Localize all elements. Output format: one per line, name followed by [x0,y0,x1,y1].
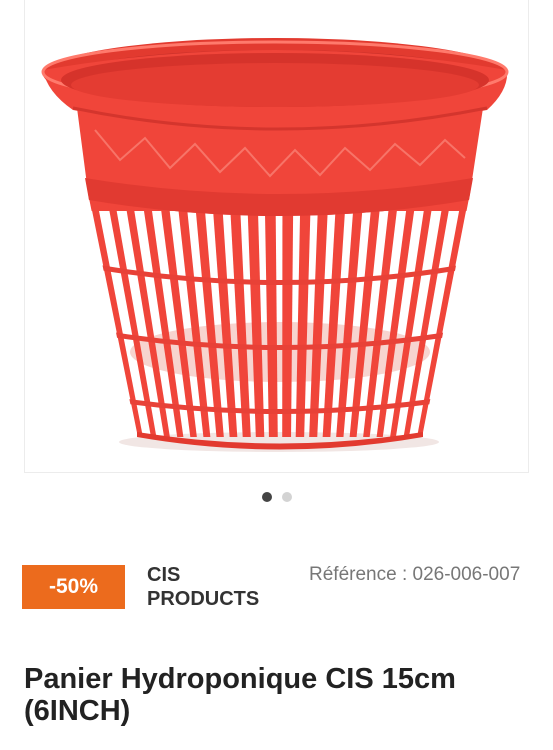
brand-name[interactable]: CIS PRODUCTS [147,563,297,611]
basket-bar [295,198,311,437]
basket-bar [282,198,294,437]
basket-bar [264,198,278,437]
product-reference: Référence : 026-006-007 [309,564,521,585]
basket-bar [247,198,265,437]
gallery-dot[interactable] [281,492,292,502]
red-net-pot-basket-icon [41,38,509,452]
gallery-dot-active[interactable] [261,492,272,502]
gallery-pagination [0,490,553,504]
product-image-gallery[interactable] [24,0,529,473]
product-title: Panier Hydroponique CIS 15cm (6INCH) [24,663,456,727]
discount-badge: -50% [22,565,125,609]
